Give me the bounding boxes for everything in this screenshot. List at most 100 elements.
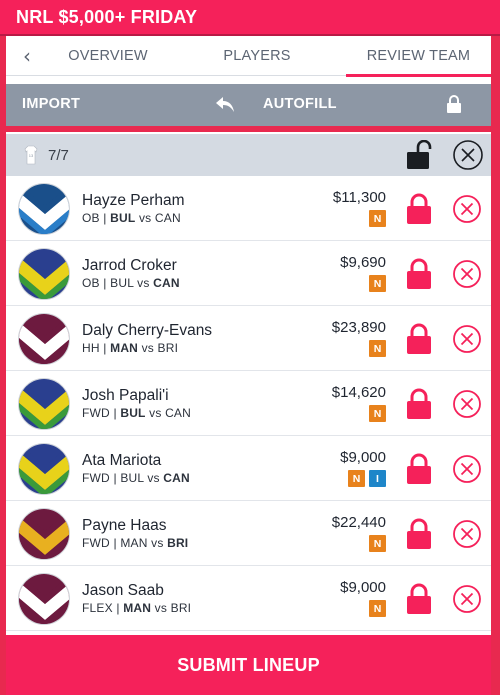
remove-player-icon[interactable] xyxy=(452,454,482,484)
player-name: Josh Papali'i xyxy=(82,387,169,404)
player-name: Jarrod Croker xyxy=(82,257,177,274)
player-opponent: BRI xyxy=(170,601,192,615)
status-badges: N xyxy=(369,210,386,227)
player-matchup: HH | MAN vs BRI xyxy=(82,341,179,355)
player-name: Ata Mariota xyxy=(82,452,162,469)
jersey-icon: 13 xyxy=(24,145,38,165)
back-chevron-icon[interactable]: ‹ xyxy=(6,36,48,76)
toolbar-accent-bar xyxy=(6,126,491,132)
player-row[interactable]: Jason Saab FLEX | MAN vs BRI $9,000 N xyxy=(6,566,491,631)
unlock-all-icon[interactable] xyxy=(406,140,432,170)
player-price: $11,300 xyxy=(332,189,386,206)
status-badge: N xyxy=(369,275,386,292)
team-jersey-avatar xyxy=(18,183,70,235)
player-opponent: BRI xyxy=(157,341,179,355)
remove-player-icon[interactable] xyxy=(452,584,482,614)
status-badges: N xyxy=(369,600,386,617)
jersey-number: 13 xyxy=(29,153,34,158)
player-position: HH xyxy=(82,341,100,355)
tab-players[interactable]: PLAYERS xyxy=(168,36,346,76)
status-badges: N xyxy=(369,535,386,552)
player-opponent: BRI xyxy=(167,536,189,550)
player-opponent: CAN xyxy=(165,406,191,420)
player-name: Daly Cherry-Evans xyxy=(82,322,213,339)
page-title: NRL $5,000+ FRIDAY xyxy=(0,0,500,36)
remove-player-icon[interactable] xyxy=(452,194,482,224)
player-position: FLEX xyxy=(82,601,113,615)
player-team: MAN xyxy=(110,341,139,355)
submit-lineup-button[interactable]: SUBMIT LINEUP xyxy=(6,635,491,695)
lock-player-icon[interactable] xyxy=(406,518,432,550)
lock-player-icon[interactable] xyxy=(406,583,432,615)
player-matchup: OB | BUL vs CAN xyxy=(82,276,180,290)
player-row[interactable]: Hayze Perham OB | BUL vs CAN $11,300 N xyxy=(6,176,491,241)
lock-icon[interactable] xyxy=(446,94,462,114)
lock-player-icon[interactable] xyxy=(406,388,432,420)
team-jersey-avatar xyxy=(18,573,70,625)
player-team: BUL xyxy=(120,471,144,485)
player-price: $22,440 xyxy=(331,514,386,531)
status-badge: N xyxy=(348,470,365,487)
player-opponent: CAN xyxy=(153,276,180,290)
player-price: $14,620 xyxy=(331,384,386,401)
status-badge: N xyxy=(369,405,386,422)
lock-player-icon[interactable] xyxy=(406,323,432,355)
player-name: Payne Haas xyxy=(82,517,167,534)
status-badges: NI xyxy=(348,470,386,487)
lock-player-icon[interactable] xyxy=(406,453,432,485)
remove-player-icon[interactable] xyxy=(452,259,482,289)
tab-review-team[interactable]: REVIEW TEAM xyxy=(346,36,491,77)
player-matchup: FWD | MAN vs BRI xyxy=(82,536,189,550)
player-matchup: FWD | BUL vs CAN xyxy=(82,406,191,420)
team-jersey-avatar xyxy=(18,443,70,495)
import-button[interactable]: IMPORT xyxy=(22,96,80,112)
lineup-counter-row: 13 7/7 xyxy=(6,134,491,176)
status-badge: I xyxy=(369,470,386,487)
team-jersey-avatar xyxy=(18,508,70,560)
remove-player-icon[interactable] xyxy=(452,389,482,419)
player-row[interactable]: Ata Mariota FWD | BUL vs CAN $9,000 NI xyxy=(6,436,491,501)
player-position: FWD xyxy=(82,406,110,420)
player-matchup: FLEX | MAN vs BRI xyxy=(82,601,192,615)
player-price: $9,000 xyxy=(340,449,386,466)
status-badges: N xyxy=(369,275,386,292)
player-name: Jason Saab xyxy=(82,582,164,599)
player-team: BUL xyxy=(120,406,146,420)
remove-player-icon[interactable] xyxy=(452,324,482,354)
lock-player-icon[interactable] xyxy=(406,258,432,290)
player-price: $9,000 xyxy=(340,579,386,596)
player-position: OB xyxy=(82,276,100,290)
lineup-toolbar: IMPORT AUTOFILL xyxy=(6,84,491,126)
team-jersey-avatar xyxy=(18,248,70,300)
status-badges: N xyxy=(369,340,386,357)
player-position: FWD xyxy=(82,471,110,485)
status-badge: N xyxy=(369,535,386,552)
status-badges: N xyxy=(369,405,386,422)
status-badge: N xyxy=(369,340,386,357)
player-list: Hayze Perham OB | BUL vs CAN $11,300 N J… xyxy=(6,176,491,631)
player-row[interactable]: Josh Papali'i FWD | BUL vs CAN $14,620 N xyxy=(6,371,491,436)
player-opponent: CAN xyxy=(163,471,190,485)
player-row[interactable]: Payne Haas FWD | MAN vs BRI $22,440 N xyxy=(6,501,491,566)
player-opponent: CAN xyxy=(154,211,181,225)
player-price: $9,690 xyxy=(340,254,386,271)
undo-arrow-icon[interactable] xyxy=(214,93,236,115)
autofill-button[interactable]: AUTOFILL xyxy=(263,96,337,112)
lock-player-icon[interactable] xyxy=(406,193,432,225)
player-matchup: OB | BUL vs CAN xyxy=(82,211,181,225)
clear-all-icon[interactable] xyxy=(452,139,484,171)
player-position: OB xyxy=(82,211,100,225)
team-jersey-avatar xyxy=(18,378,70,430)
player-position: FWD xyxy=(82,536,110,550)
player-row[interactable]: Jarrod Croker OB | BUL vs CAN $9,690 N xyxy=(6,241,491,306)
remove-player-icon[interactable] xyxy=(452,519,482,549)
player-matchup: FWD | BUL vs CAN xyxy=(82,471,190,485)
tab-overview[interactable]: OVERVIEW xyxy=(48,36,168,76)
player-row[interactable]: Daly Cherry-Evans HH | MAN vs BRI $23,89… xyxy=(6,306,491,371)
player-team: MAN xyxy=(120,536,148,550)
player-team: BUL xyxy=(110,211,136,225)
player-name: Hayze Perham xyxy=(82,192,185,209)
tab-bar: ‹ OVERVIEW PLAYERS REVIEW TEAM xyxy=(6,36,491,77)
status-badge: N xyxy=(369,210,386,227)
player-price: $23,890 xyxy=(331,319,386,336)
